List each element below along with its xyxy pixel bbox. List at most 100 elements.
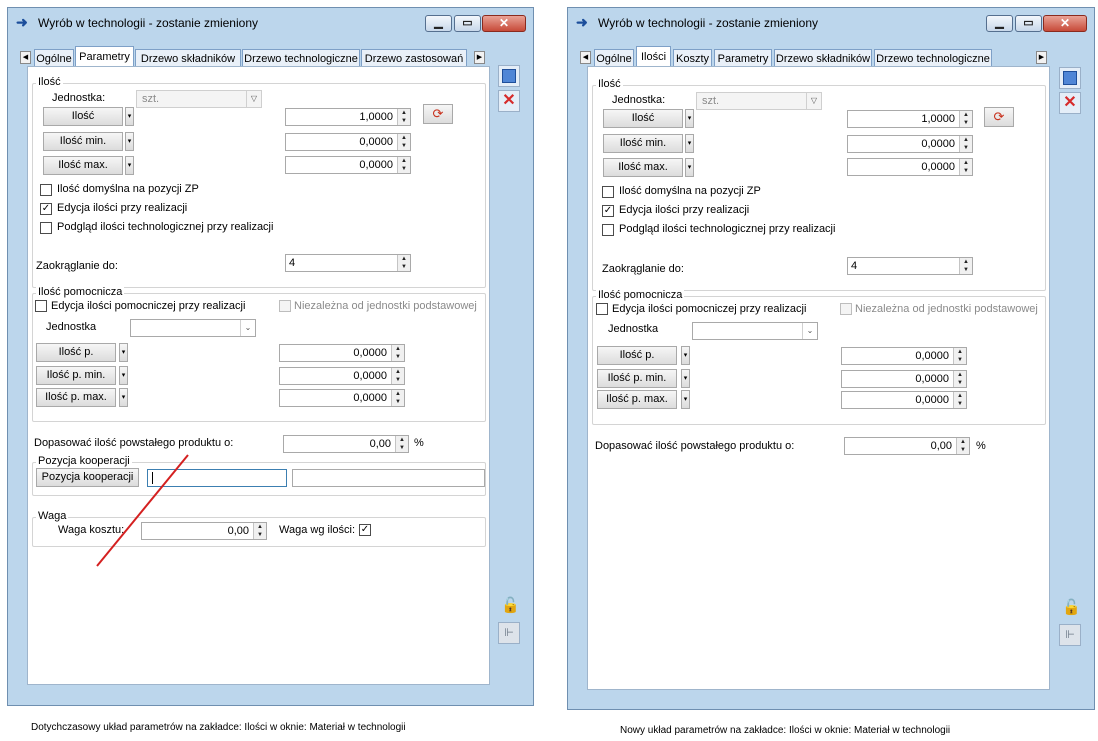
ilosc-group-label: Ilość [596,78,623,90]
tab-scroll-right-icon[interactable]: ▶ [1036,51,1047,64]
zaokraglanie-value: 4 [851,260,858,272]
spin-icon[interactable]: ▲ ▼ [956,438,969,454]
ilosc-min-input[interactable]: 0,0000 ▲ ▼ [847,135,973,153]
maximize-button[interactable]: ▭ [454,15,481,32]
lock-button[interactable]: 🔓 [1059,596,1081,618]
delete-x-icon: ✕ [502,92,516,109]
ilosc-p-max-dropdown-arrow[interactable]: ▾ [681,390,690,409]
dopasowac-value: 0,00 [930,440,952,452]
window-title: Wyrób w technologii - zostanie zmieniony [598,16,818,30]
chevron-down-icon: ⌄ [802,323,817,339]
spin-icon[interactable]: ▲ ▼ [953,392,966,408]
right-window: ➜ Wyrób w technologii - zostanie zmienio… [567,7,1095,710]
spin-icon[interactable]: ▲ ▼ [959,258,972,274]
lock-button[interactable]: 🔓 [498,594,520,616]
edycja-pomocniczej-checkbox[interactable] [596,303,608,315]
ilosc-min-button[interactable]: Ilość min. [603,134,683,153]
ilosc-pomocnicza-label: Ilość pomocnicza [596,289,685,301]
edycja-ilosci-checkbox[interactable]: ✓ [602,205,614,217]
ilosc-p-min-input[interactable]: 0,0000 ▲ ▼ [841,370,967,388]
podglad-ilosci-label: Podgląd ilości technologicznej przy real… [619,223,836,235]
ilosc-max-button[interactable]: Ilość max. [603,158,683,177]
ilosc-value: 1,0000 [921,113,955,125]
ilosc-domyslna-checkbox[interactable] [602,186,614,198]
edycja-pomocniczej-label: Edycja ilości pomocniczej przy realizacj… [612,303,807,315]
close-icon: ✕ [1059,16,1071,30]
title-arrow-icon: ➜ [576,14,588,30]
recalculate-icon: ⟳ [993,109,1005,124]
ilosc-input[interactable]: 1,0000 ▲ ▼ [847,110,973,128]
maximize-icon: ▭ [462,17,473,29]
ilosc-min-dropdown-arrow[interactable]: ▾ [685,134,694,153]
delete-button[interactable]: ✕ [498,90,520,112]
right-titlebar: ➜ Wyrób w technologii - zostanie zmienio… [568,8,1094,36]
ilosc-p-min-value: 0,0000 [915,373,949,385]
save-button[interactable] [1059,67,1081,89]
ilosc-p-dropdown-arrow[interactable]: ▾ [681,346,690,365]
ilosc-p-input[interactable]: 0,0000 ▲ ▼ [841,347,967,365]
minimize-icon: ▁ [995,17,1004,29]
spin-icon[interactable]: ▲ ▼ [959,111,972,127]
close-button[interactable]: ✕ [482,15,526,32]
ilosc-p-button[interactable]: Ilość p. [597,346,677,365]
ilosc-dropdown-arrow[interactable]: ▾ [685,109,694,128]
maximize-button[interactable]: ▭ [1015,15,1042,32]
recalculate-button[interactable]: ⟳ [984,107,1014,127]
maximize-icon: ▭ [1023,17,1034,29]
ilosc-p-min-dropdown-arrow[interactable]: ▾ [681,369,690,388]
close-icon: ✕ [498,16,510,30]
ilosc-max-value: 0,0000 [921,161,955,173]
pin-button[interactable]: ⊩ [498,622,520,644]
minimize-button[interactable]: ▁ [986,15,1013,32]
spin-icon[interactable]: ▲ ▼ [953,371,966,387]
ilosc-button[interactable]: Ilość [603,109,683,128]
tab-scroll-left-icon[interactable]: ◀ [20,51,31,64]
save-button[interactable] [498,65,520,87]
zaokraglanie-input[interactable]: 4 ▲ ▼ [847,257,973,275]
pin-icon: ⊩ [1065,629,1075,641]
ilosc-p-max-button[interactable]: Ilość p. max. [597,390,677,409]
zaokraglanie-label: Zaokrąglanie do: [602,263,684,275]
title-arrow-icon: ➜ [16,14,28,30]
jednostka-value: szt. [702,95,720,107]
right-content-panel: Ilość Jednostka: szt. ▽ Ilość ▾ 1,0000 ▲… [587,66,1050,690]
save-icon [1063,71,1077,85]
spin-icon[interactable]: ▲ ▼ [953,348,966,364]
ilosc-min-value: 0,0000 [921,138,955,150]
tab-scroll-left-icon[interactable]: ◀ [580,51,591,64]
spin-icon[interactable]: ▲ ▼ [959,159,972,175]
ilosc-max-dropdown-arrow[interactable]: ▾ [685,158,694,177]
annotation-line [96,454,189,567]
ilosc-p-min-button[interactable]: Ilość p. min. [597,369,677,388]
edycja-ilosci-label: Edycja ilości przy realizacji [619,204,750,216]
spin-icon[interactable]: ▲ ▼ [959,136,972,152]
left-caption: Dotychczasowy układ parametrów na zakład… [31,722,406,733]
pin-icon: ⊩ [504,627,514,639]
tab-scroll-right-icon[interactable]: ▶ [474,51,485,64]
ilosc-p-value: 0,0000 [915,350,949,362]
left-titlebar: ➜ Wyrób w technologii - zostanie zmienio… [8,8,533,36]
jednostka-pomocnicza-label: Jednostka [608,323,659,335]
dopasowac-label: Dopasować ilość powstałego produktu o: [595,440,795,452]
ilosc-domyslna-label: Ilość domyślna na pozycji ZP [619,185,761,197]
save-icon [502,69,516,83]
delete-x-icon: ✕ [1063,94,1077,111]
podglad-ilosci-checkbox[interactable] [602,224,614,236]
chevron-down-icon: ▽ [806,93,821,109]
padlock-icon: 🔓 [501,597,520,614]
minimize-button[interactable]: ▁ [425,15,452,32]
dopasowac-input[interactable]: 0,00 ▲ ▼ [844,437,970,455]
left-window: ➜ Wyrób w technologii - zostanie zmienio… [7,7,534,706]
delete-button[interactable]: ✕ [1059,92,1081,114]
ilosc-p-max-input[interactable]: 0,0000 ▲ ▼ [841,391,967,409]
close-button[interactable]: ✕ [1043,15,1087,32]
jednostka-combo: szt. ▽ [696,92,822,110]
padlock-icon: 🔓 [1062,599,1081,616]
jednostka-pomocnicza-combo[interactable]: ⌄ [692,322,818,340]
percent-label: % [976,440,986,452]
window-title: Wyrób w technologii - zostanie zmieniony [38,16,258,30]
pin-button[interactable]: ⊩ [1059,624,1081,646]
left-content-panel: Ilość Jednostka: szt. ▽ Ilość ▾ 1,0000 ▲… [27,66,490,685]
jednostka-label: Jednostka: [612,94,666,106]
ilosc-max-input[interactable]: 0,0000 ▲ ▼ [847,158,973,176]
